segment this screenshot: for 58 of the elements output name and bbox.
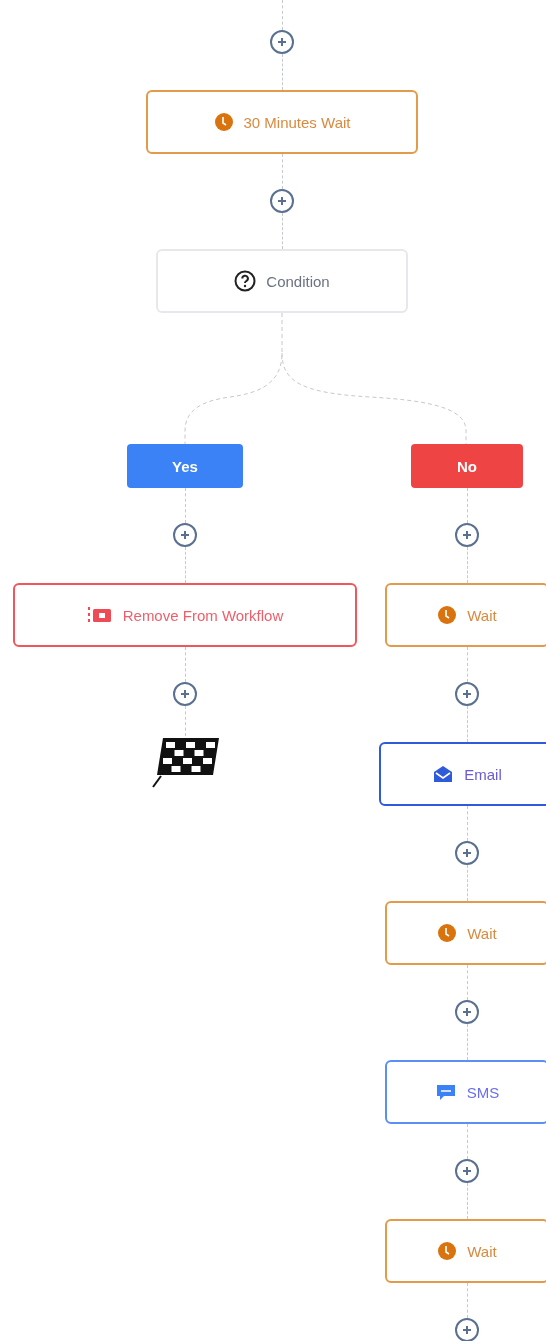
plus-icon xyxy=(462,1325,472,1335)
question-icon xyxy=(234,270,257,292)
step-label: Remove From Workflow xyxy=(122,606,284,624)
email-step-node[interactable]: Email xyxy=(379,742,546,806)
connector-line xyxy=(466,1283,468,1318)
branch-label[interactable]: Yes xyxy=(127,444,243,488)
connector-line xyxy=(466,647,468,682)
plus-icon xyxy=(462,689,472,699)
connector-line xyxy=(184,488,186,523)
step-label: Email xyxy=(464,765,502,783)
connector-line xyxy=(466,806,468,841)
connector-line xyxy=(184,647,186,682)
connector-line xyxy=(466,1124,468,1159)
plus-icon xyxy=(462,848,472,858)
step-label: Wait xyxy=(467,1242,497,1260)
add-step-button[interactable] xyxy=(173,682,197,706)
wait-step-node[interactable]: Wait xyxy=(385,901,546,965)
step-label: 30 Minutes Wait xyxy=(243,113,351,131)
wait-step-node[interactable]: Wait xyxy=(385,583,546,647)
plus-icon xyxy=(462,1007,472,1017)
plus-icon xyxy=(462,1166,472,1176)
add-step-button[interactable] xyxy=(455,1159,479,1183)
plus-icon xyxy=(180,689,190,699)
clock-icon xyxy=(437,1241,458,1261)
connector-line xyxy=(281,0,283,30)
plus-icon xyxy=(462,530,472,540)
remove-icon xyxy=(86,605,113,625)
envelope-icon xyxy=(432,764,455,784)
branch-label[interactable]: No xyxy=(411,444,523,488)
wait-step-node[interactable]: 30 Minutes Wait xyxy=(146,90,418,154)
connector-line xyxy=(184,706,186,736)
add-step-button[interactable] xyxy=(455,682,479,706)
connector-line xyxy=(466,488,468,523)
plus-icon xyxy=(277,37,287,47)
add-step-button[interactable] xyxy=(270,30,294,54)
add-step-button[interactable] xyxy=(173,523,197,547)
step-label: Wait xyxy=(467,606,497,624)
sms-step-node[interactable]: SMS xyxy=(385,1060,546,1124)
connector-line xyxy=(466,965,468,1000)
plus-icon xyxy=(277,196,287,206)
clock-icon xyxy=(437,605,458,625)
add-step-button[interactable] xyxy=(455,841,479,865)
chat-bubble-icon xyxy=(434,1082,457,1102)
checkered-flag-icon xyxy=(151,736,219,788)
connector-line xyxy=(281,154,283,189)
clock-icon xyxy=(437,923,458,943)
step-label: SMS xyxy=(466,1083,500,1101)
plus-icon xyxy=(180,530,190,540)
add-step-button[interactable] xyxy=(455,1000,479,1024)
wait-step-node[interactable]: Wait xyxy=(385,1219,546,1283)
add-step-button[interactable] xyxy=(455,1318,479,1341)
add-step-button[interactable] xyxy=(455,523,479,547)
add-step-button[interactable] xyxy=(270,189,294,213)
remove-step-node[interactable]: Remove From Workflow xyxy=(13,583,357,647)
step-label: Condition xyxy=(266,272,330,290)
step-label: Wait xyxy=(467,924,497,942)
condition-step-node[interactable]: Condition xyxy=(156,249,408,313)
clock-icon xyxy=(213,112,234,132)
